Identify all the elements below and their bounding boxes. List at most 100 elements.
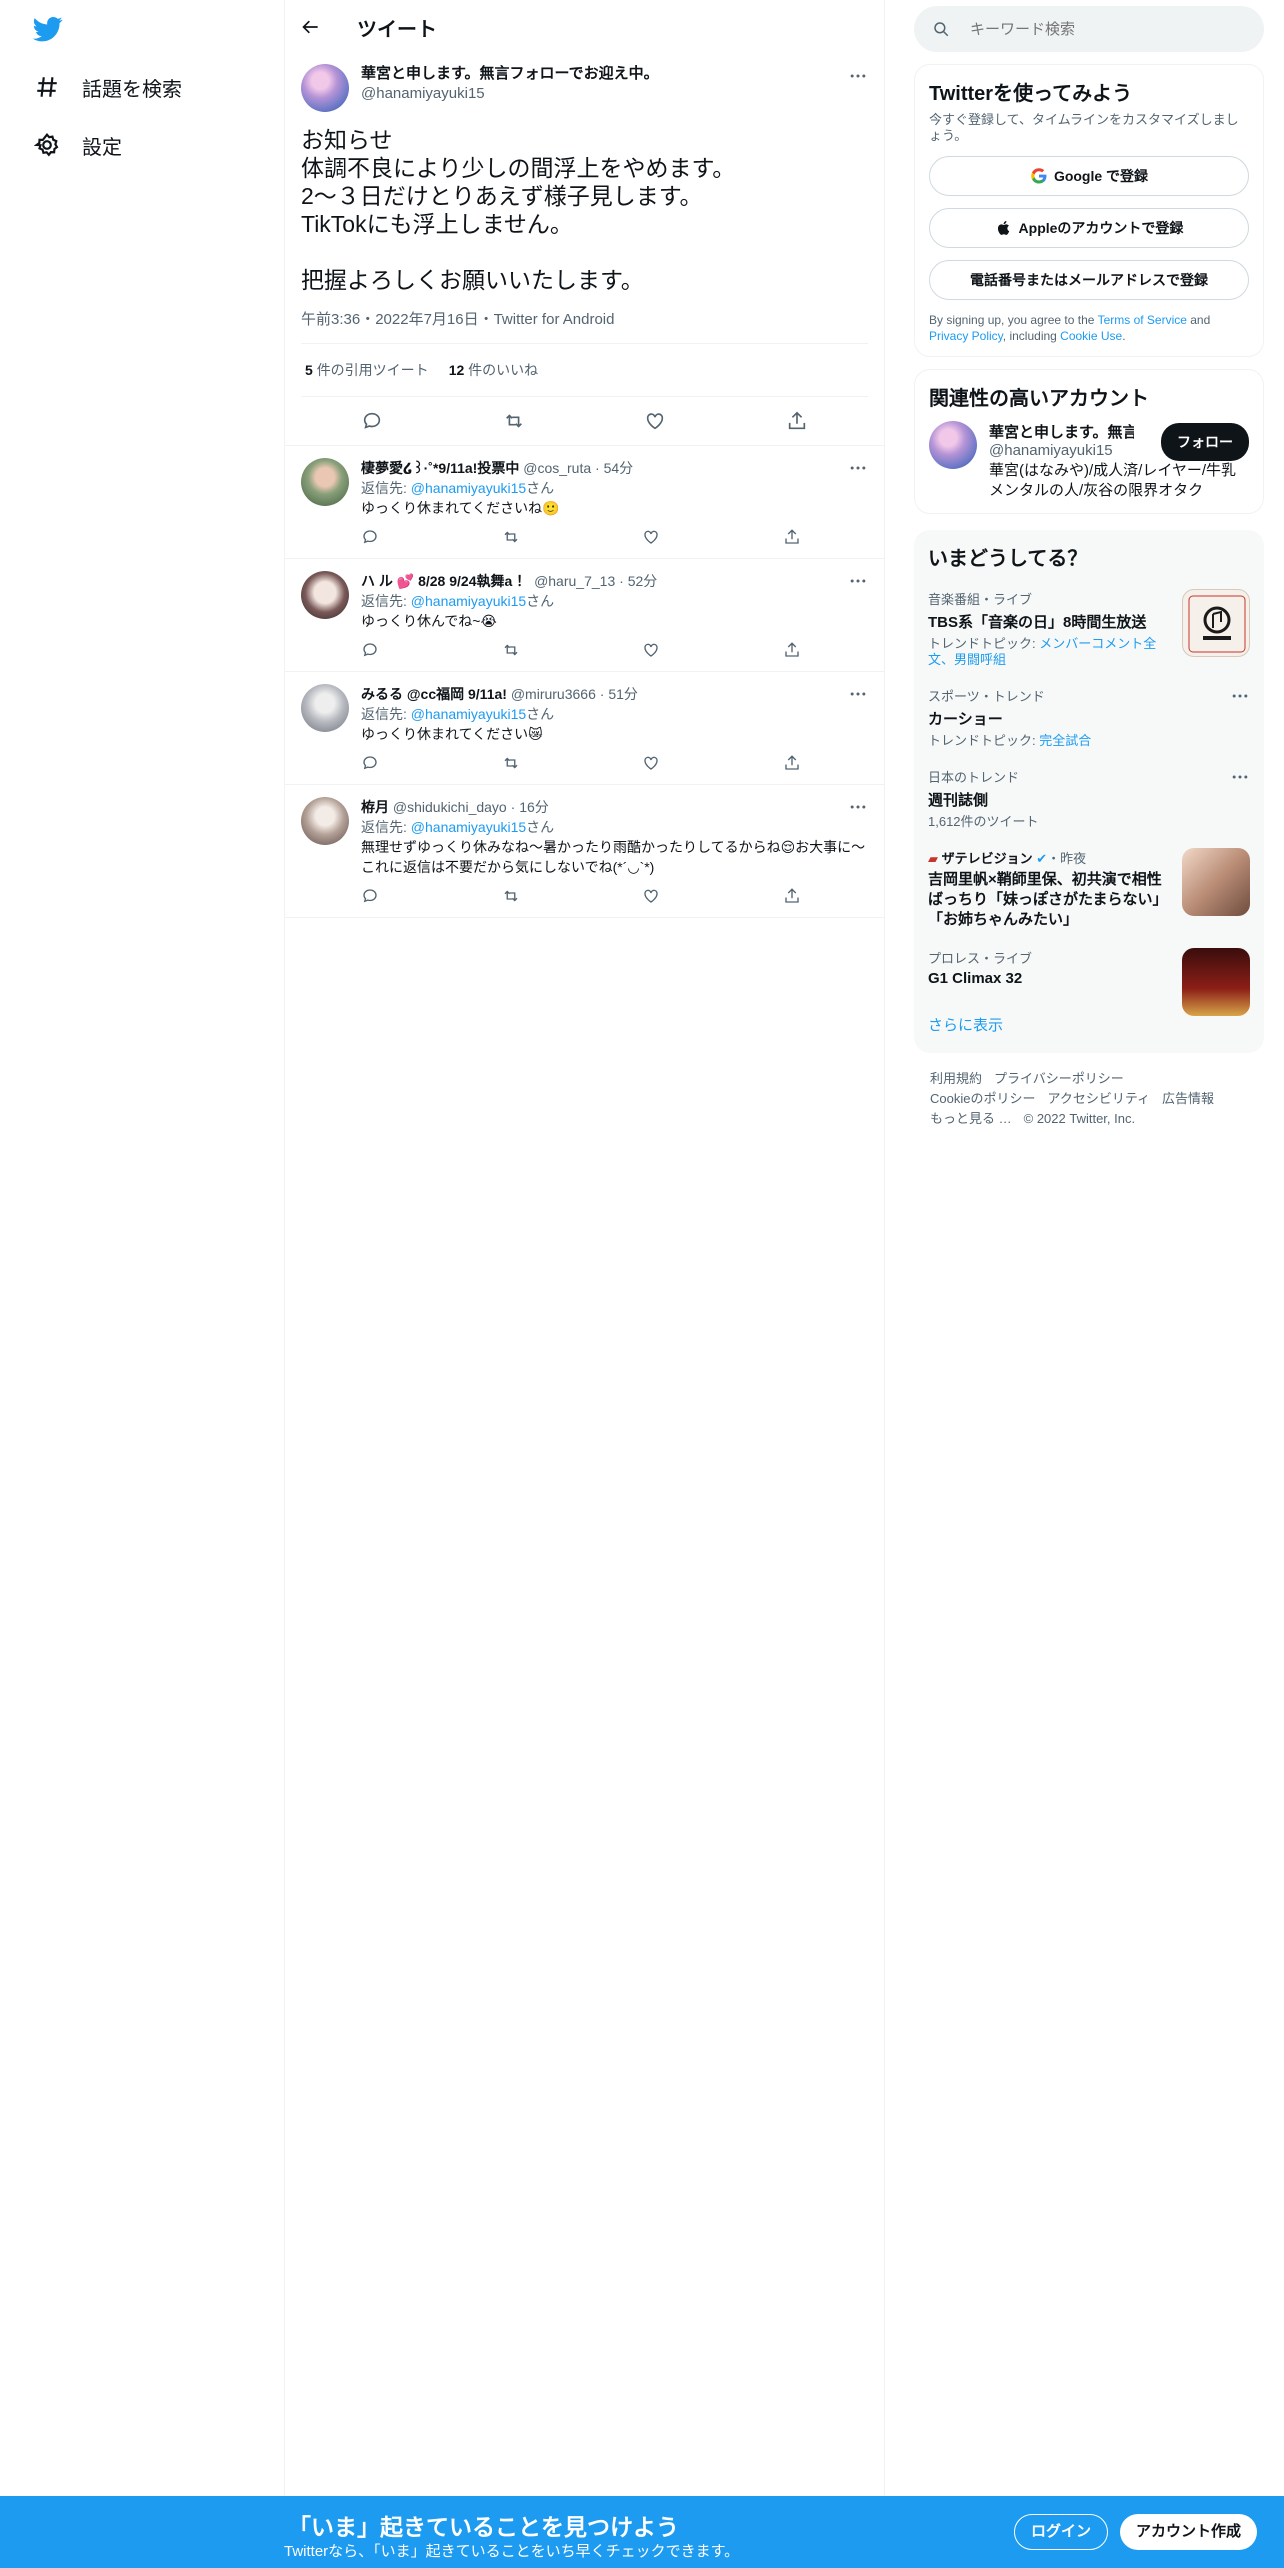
share-icon[interactable] xyxy=(786,410,808,432)
reply-tweet[interactable]: みるる @cc福岡 9/11a! @miruru3666 · 51分 返信先: … xyxy=(285,671,884,784)
main-tweet: 華宮と申します。無言フォローでお迎え中。 @hanamiyayuki15 お知ら… xyxy=(285,54,884,445)
terms-text: By signing up, you agree to the xyxy=(929,313,1098,327)
reply-to-link[interactable]: @hanamiyayuki15 xyxy=(411,706,526,722)
relevant-account[interactable]: 華宮と申します。無言フォローでお迎え中。 @hanamiyayuki15 華宮(… xyxy=(929,421,1249,501)
reply-author-handle[interactable]: @miruru3666 xyxy=(511,686,596,702)
avatar[interactable] xyxy=(301,571,349,619)
trend-item[interactable]: 音楽番組・ライブ TBS系「音楽の日」8時間生放送 トレンドトピック: メンバー… xyxy=(928,589,1250,668)
more-icon[interactable] xyxy=(1230,767,1250,787)
trend-item[interactable]: スポーツ・トレンド カーショー トレンドトピック: 完全試合 xyxy=(928,686,1250,749)
footer-link-more[interactable]: もっと見る … xyxy=(930,1111,1012,1126)
terms-of-service-link[interactable]: Terms of Service xyxy=(1098,313,1187,327)
more-icon[interactable] xyxy=(1230,686,1250,706)
reply-author-handle[interactable]: @haru_7_13 xyxy=(534,573,615,589)
footer-link-privacy[interactable]: プライバシーポリシー xyxy=(994,1071,1124,1086)
tweet-timestamp[interactable]: 午前3:36・2022年7月16日・Twitter for Android xyxy=(301,308,868,344)
reply-time[interactable]: 16分 xyxy=(519,799,549,815)
share-icon[interactable] xyxy=(783,528,801,546)
retweet-icon[interactable] xyxy=(502,641,520,659)
more-icon[interactable] xyxy=(848,797,868,817)
reply-icon[interactable] xyxy=(361,410,383,432)
share-icon[interactable] xyxy=(783,887,801,905)
cookie-use-link[interactable]: Cookie Use xyxy=(1060,329,1122,343)
likes-stat[interactable]: 12 件のいいね xyxy=(449,360,538,380)
follow-button[interactable]: フォロー xyxy=(1161,423,1249,461)
account-bio: 華宮(はなみや)/成人済/レイヤー/牛乳メンタルの人/灰谷の限界オタク xyxy=(989,462,1237,499)
trend-item[interactable]: 日本のトレンド 週刊誌側 1,612件のツイート xyxy=(928,767,1250,830)
reply-icon[interactable] xyxy=(361,641,379,659)
trend-item[interactable]: ▰ ザテレビジョン ✔・昨夜 吉岡里帆×鞘師里保、初共演で相性ばっちり「妹っぽさ… xyxy=(928,848,1250,930)
reply-author-handle[interactable]: @shidukichi_dayo xyxy=(393,799,507,815)
sidebar-item-settings[interactable]: 設定 xyxy=(34,120,122,170)
avatar[interactable] xyxy=(301,797,349,845)
reply-actions xyxy=(361,754,801,772)
reply-time[interactable]: 51分 xyxy=(608,686,638,702)
like-icon[interactable] xyxy=(644,410,666,432)
retweet-icon[interactable] xyxy=(503,410,525,432)
account-name[interactable]: 華宮と申します。無言フォローでお迎え中。 xyxy=(989,421,1134,442)
share-icon[interactable] xyxy=(783,641,801,659)
banner-title: 「いま」起きていることを見つけよう xyxy=(288,2514,679,2540)
more-icon[interactable] xyxy=(848,458,868,478)
reply-to-link[interactable]: @hanamiyayuki15 xyxy=(411,480,526,496)
trend-category: スポーツ・トレンド xyxy=(928,689,1045,704)
share-icon[interactable] xyxy=(783,754,801,772)
more-icon[interactable] xyxy=(848,571,868,591)
reply-icon[interactable] xyxy=(361,528,379,546)
avatar[interactable] xyxy=(301,458,349,506)
avatar[interactable] xyxy=(929,421,977,469)
login-button[interactable]: ログイン xyxy=(1014,2514,1109,2550)
footer-link-cookies[interactable]: Cookieのポリシー xyxy=(930,1091,1035,1106)
tweet-author-handle[interactable]: @hanamiyayuki15 xyxy=(361,84,659,104)
footer-link-accessibility[interactable]: アクセシビリティ xyxy=(1047,1091,1150,1106)
reply-author-name[interactable]: みるる @cc福岡 9/11a! xyxy=(361,686,507,702)
music-day-logo-icon xyxy=(1188,595,1246,653)
trend-topic-link[interactable]: 完全試合 xyxy=(1039,733,1091,748)
verified-badge-icon: ✔ xyxy=(1036,851,1048,866)
footer-link-terms[interactable]: 利用規約 xyxy=(930,1071,982,1086)
search-box[interactable] xyxy=(914,6,1264,52)
signup-title: Twitterを使ってみよう xyxy=(929,83,1133,105)
reply-tweet[interactable]: ハ ル 💕 8/28 9/24執舞a ！ @haru_7_13 · 52分 返信… xyxy=(285,558,884,671)
more-icon[interactable] xyxy=(848,66,868,86)
trend-extra-label: トレンドトピック: xyxy=(928,636,1040,651)
search-input[interactable] xyxy=(970,20,1230,38)
sidebar-item-explore[interactable]: 話題を検索 xyxy=(34,62,182,112)
privacy-policy-link[interactable]: Privacy Policy xyxy=(929,329,1003,343)
reply-author-handle[interactable]: @cos_ruta xyxy=(523,460,591,476)
reply-tweet[interactable]: 棲夢愛໒꒱·˚*9/11a!投票中 @cos_ruta · 54分 返信先: @… xyxy=(285,445,884,558)
avatar[interactable] xyxy=(301,684,349,732)
reply-author-name[interactable]: ハ ル 💕 8/28 9/24執舞a ！ xyxy=(361,573,530,589)
quote-tweets-stat[interactable]: 5 件の引用ツイート xyxy=(305,360,429,380)
reply-to-link[interactable]: @hanamiyayuki15 xyxy=(411,593,526,609)
reply-to-link[interactable]: @hanamiyayuki15 xyxy=(411,819,526,835)
twitter-logo-icon[interactable] xyxy=(31,14,65,44)
tweet-author-name[interactable]: 華宮と申します。無言フォローでお迎え中。 xyxy=(361,64,659,84)
reply-author-name[interactable]: 栫月 xyxy=(361,799,389,815)
retweet-icon[interactable] xyxy=(502,887,520,905)
reply-tweet[interactable]: 栫月 @shidukichi_dayo · 16分 返信先: @hanamiya… xyxy=(285,784,884,918)
footer-link-ads-info[interactable]: 広告情報 xyxy=(1162,1091,1214,1106)
signup-button[interactable]: アカウント作成 xyxy=(1120,2514,1258,2550)
reply-icon[interactable] xyxy=(361,754,379,772)
phone-email-signup-button[interactable]: 電話番号またはメールアドレスで登録 xyxy=(929,260,1249,300)
trend-item[interactable]: プロレス・ライブ G1 Climax 32 xyxy=(928,948,1250,1016)
like-icon[interactable] xyxy=(642,754,660,772)
back-arrow-icon[interactable] xyxy=(301,17,321,37)
apple-signup-button[interactable]: Appleのアカウントで登録 xyxy=(929,208,1249,248)
like-icon[interactable] xyxy=(642,528,660,546)
like-count: 12 xyxy=(448,362,465,378)
reply-icon[interactable] xyxy=(361,887,379,905)
show-more-link[interactable]: さらに表示 xyxy=(928,1014,1250,1041)
retweet-icon[interactable] xyxy=(502,528,520,546)
reply-to-suffix: さん xyxy=(526,480,555,496)
reply-time[interactable]: 52分 xyxy=(628,573,658,589)
google-signup-button[interactable]: Google で登録 xyxy=(929,156,1249,196)
reply-time[interactable]: 54分 xyxy=(604,460,634,476)
avatar[interactable] xyxy=(301,64,349,112)
retweet-icon[interactable] xyxy=(502,754,520,772)
like-icon[interactable] xyxy=(642,641,660,659)
more-icon[interactable] xyxy=(848,684,868,704)
reply-author-name[interactable]: 棲夢愛໒꒱·˚*9/11a!投票中 xyxy=(361,460,519,476)
like-icon[interactable] xyxy=(642,887,660,905)
